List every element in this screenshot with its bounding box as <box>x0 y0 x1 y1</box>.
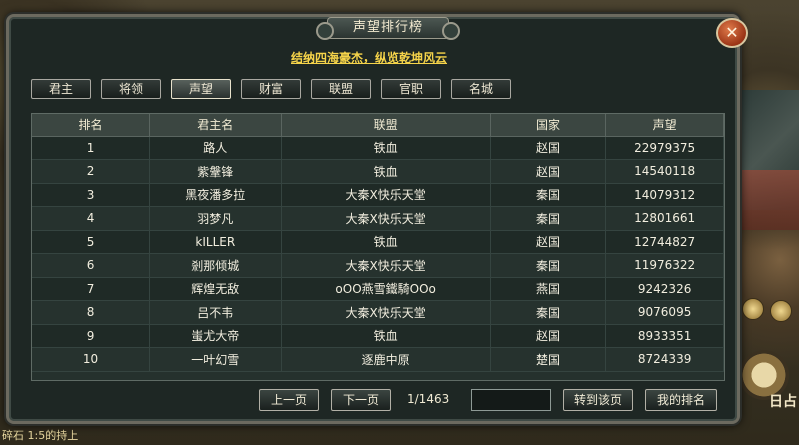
rank-cell: 4 <box>32 206 151 231</box>
window-title: 声望排行榜 <box>316 17 460 40</box>
alliance-cell: 铁血 <box>281 159 491 184</box>
fame-cell: 14079312 <box>605 183 724 207</box>
slogan-link[interactable]: 结纳四海豪杰，纵览乾坤风云 <box>291 49 447 66</box>
prev-page-button[interactable]: 上一页 <box>259 389 319 411</box>
lord-name-cell: 黑夜潘多拉 <box>149 183 282 207</box>
alliance-cell: 大秦X快乐天堂 <box>281 183 491 207</box>
nation-cell: 秦国 <box>490 253 607 278</box>
lord-name-cell: 紫鞶锋 <box>149 159 282 184</box>
alliance-cell: oOO燕雪鐵騎OOo <box>281 277 491 301</box>
header-fame: 声望 <box>605 114 724 137</box>
close-icon: ✕ <box>725 23 739 42</box>
tab-2[interactable]: 声望 <box>171 79 231 99</box>
lord-name-cell: 剎那倾城 <box>149 253 282 278</box>
rank-cell: 2 <box>32 159 151 184</box>
page-number-input[interactable] <box>471 389 551 411</box>
tab-0[interactable]: 君主 <box>31 79 91 99</box>
header-alliance: 联盟 <box>281 114 491 137</box>
nation-cell: 燕国 <box>490 277 607 301</box>
rank-cell: 10 <box>32 347 151 372</box>
nation-cell: 楚国 <box>490 347 607 372</box>
tab-1[interactable]: 将领 <box>101 79 161 99</box>
nation-cell: 秦国 <box>490 183 607 207</box>
rank-cell: 3 <box>32 183 151 207</box>
table-row[interactable]: 10 一叶幻雪 逐鹿中原 楚国 8724339 <box>32 347 724 372</box>
tab-6[interactable]: 名城 <box>451 79 511 99</box>
tab-5[interactable]: 官职 <box>381 79 441 99</box>
side-text: 日占 <box>769 394 797 410</box>
fame-cell: 14540118 <box>605 159 724 184</box>
rank-cell: 6 <box>32 253 151 278</box>
table-row[interactable]: 4 羽梦凡 大秦X快乐天堂 秦国 12801661 <box>32 206 724 231</box>
page-indicator: 1/1463 <box>407 392 450 406</box>
coin-icon[interactable] <box>742 298 764 320</box>
goto-page-button[interactable]: 转到该页 <box>563 389 633 411</box>
fame-cell: 9242326 <box>605 277 724 301</box>
alliance-cell: 铁血 <box>281 324 491 348</box>
rank-cell: 9 <box>32 324 151 348</box>
alliance-cell: 铁血 <box>281 136 491 160</box>
fame-cell: 11976322 <box>605 253 724 278</box>
table-row[interactable]: 8 吕不韦 大秦X快乐天堂 秦国 9076095 <box>32 300 724 325</box>
alliance-cell: 大秦X快乐天堂 <box>281 300 491 325</box>
fame-cell: 8724339 <box>605 347 724 372</box>
tab-4[interactable]: 联盟 <box>311 79 371 99</box>
tab-3[interactable]: 财富 <box>241 79 301 99</box>
rank-cell: 7 <box>32 277 151 301</box>
table-row[interactable]: 9 蚩尤大帝 铁血 赵国 8933351 <box>32 324 724 348</box>
fame-cell: 12744827 <box>605 230 724 254</box>
next-page-button[interactable]: 下一页 <box>331 389 391 411</box>
ranking-table-container: 排名 君主名 联盟 国家 声望 1 路人 铁血 赵国 22979375 2 紫鞶锋 铁血 赵国 1… <box>31 113 725 381</box>
fame-cell: 12801661 <box>605 206 724 231</box>
coin-icon[interactable] <box>770 300 792 322</box>
table-header-row: 排名 君主名 联盟 国家 声望 <box>32 114 724 137</box>
lord-name-cell: 辉煌无敌 <box>149 277 282 301</box>
alliance-cell: 大秦X快乐天堂 <box>281 206 491 231</box>
table-row[interactable]: 7 辉煌无敌 oOO燕雪鐵騎OOo 燕国 9242326 <box>32 277 724 301</box>
rank-cell: 5 <box>32 230 151 254</box>
ranking-window: 声望排行榜 结纳四海豪杰，纵览乾坤风云 君主 将领 声望 财富 联盟 官职 名城 排名 君主… <box>6 14 740 424</box>
lord-name-cell: 蚩尤大帝 <box>149 324 282 348</box>
fame-cell: 9076095 <box>605 300 724 325</box>
close-button[interactable]: ✕ <box>716 18 748 48</box>
lord-name-cell: 羽梦凡 <box>149 206 282 231</box>
fame-cell: 8933351 <box>605 324 724 348</box>
rank-cell: 8 <box>32 300 151 325</box>
ranking-tabs: 君主 将领 声望 财富 联盟 官职 名城 <box>31 79 511 99</box>
pagination: 上一页 下一页 1/1463 转到该页 我的排名 <box>9 389 737 415</box>
nation-cell: 赵国 <box>490 324 607 348</box>
nation-cell: 秦国 <box>490 206 607 231</box>
table-row[interactable]: 3 黑夜潘多拉 大秦X快乐天堂 秦国 14079312 <box>32 183 724 207</box>
ranking-table: 排名 君主名 联盟 国家 声望 1 路人 铁血 赵国 22979375 2 紫鞶锋 铁血 赵国 1… <box>32 114 724 372</box>
nation-cell: 赵国 <box>490 136 607 160</box>
table-row[interactable]: 1 路人 铁血 赵国 22979375 <box>32 136 724 160</box>
fame-cell: 22979375 <box>605 136 724 160</box>
nation-cell: 赵国 <box>490 159 607 184</box>
my-rank-button[interactable]: 我的排名 <box>645 389 717 411</box>
lord-name-cell: 路人 <box>149 136 282 160</box>
table-row[interactable]: 2 紫鞶锋 铁血 赵国 14540118 <box>32 159 724 184</box>
lord-name-cell: 吕不韦 <box>149 300 282 325</box>
table-row[interactable]: 5 kILLER 铁血 赵国 12744827 <box>32 230 724 254</box>
rank-cell: 1 <box>32 136 151 160</box>
alliance-cell: 大秦X快乐天堂 <box>281 253 491 278</box>
nation-cell: 赵国 <box>490 230 607 254</box>
alliance-cell: 铁血 <box>281 230 491 254</box>
lord-name-cell: kILLER <box>149 230 282 254</box>
alliance-cell: 逐鹿中原 <box>281 347 491 372</box>
nation-cell: 秦国 <box>490 300 607 325</box>
chat-text: 碎石 1:5的持上 <box>2 429 79 442</box>
header-rank: 排名 <box>32 114 151 137</box>
table-row[interactable]: 6 剎那倾城 大秦X快乐天堂 秦国 11976322 <box>32 253 724 278</box>
lord-name-cell: 一叶幻雪 <box>149 347 282 372</box>
header-nation: 国家 <box>490 114 607 137</box>
header-lord-name: 君主名 <box>149 114 282 137</box>
